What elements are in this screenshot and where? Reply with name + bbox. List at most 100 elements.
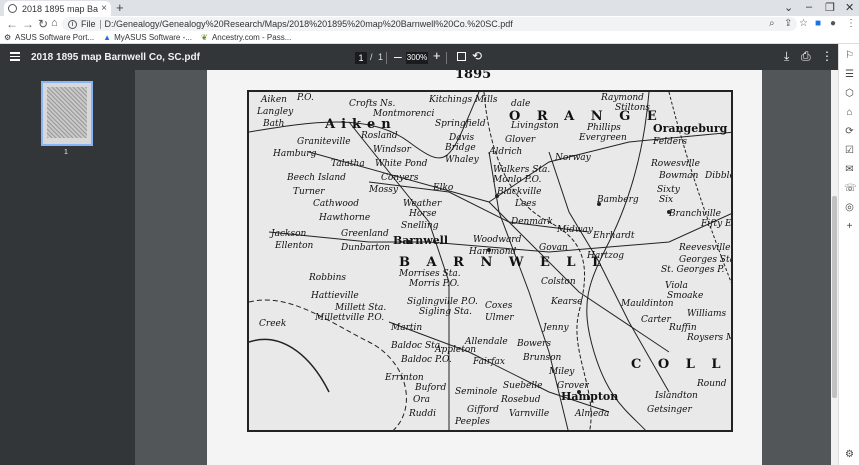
menu-icon[interactable] [10,50,20,63]
minimize-button[interactable]: – [806,1,812,13]
bookmark-item[interactable]: ⚙ ASUS Software Port... [4,33,94,42]
restore-button[interactable]: ❐ [825,1,835,14]
back-arrow-icon[interactable]: ← [6,17,18,31]
map-place-label: Hartzog [587,251,625,261]
instagram-icon[interactable]: ◎ [844,202,855,213]
fit-to-page-icon[interactable] [457,52,466,61]
map-place-label: Reevesville [679,243,731,253]
map-year: 1895 [455,70,492,82]
ancestry-leaf-icon: ❦ [200,32,208,42]
browser-tab[interactable]: 2018 1895 map Barnwell Co, SC... × [4,1,111,16]
site-info-icon[interactable]: i [68,19,77,29]
document-title: 2018 1895 map Barnwell Co, SC.pdf [31,52,200,63]
map-place-label: Beech Island [287,173,346,183]
map-place-label: Gifford [467,405,499,415]
share-icon[interactable]: ⇪ [784,18,792,29]
page-number-input[interactable]: 1 [355,52,367,64]
url-text[interactable]: D:/Genealogy/Genealogy%20Research/Maps/2… [105,19,513,29]
map-place-label: Bath [263,119,285,129]
home-icon[interactable]: ⌂ [51,17,58,29]
close-window-button[interactable]: ✕ [845,1,854,14]
profile-avatar-icon[interactable]: ● [830,18,836,29]
map-place-label: Hattieville [311,291,359,301]
map-place-label: Suebelle [503,381,543,391]
download-icon[interactable]: ⤓ [784,49,789,64]
pdf-toolbar: 2018 1895 map Barnwell Co, SC.pdf 1 / 1 … [0,44,838,70]
zoom-in-button[interactable]: + [433,48,441,63]
map-place-label: Talatha [331,159,365,169]
forward-arrow-icon[interactable]: → [22,17,34,31]
bookmark-icon[interactable]: ⚐ [844,50,855,61]
map-place-label: Langley [257,107,294,117]
scrollbar-thumb[interactable] [832,196,837,398]
bookmark-star-icon[interactable]: ☆ [799,18,808,29]
print-icon[interactable]: ⎙ [801,49,811,64]
map-place-label: Greenland [341,229,389,239]
county-name-barnwell: B A R N W E L L [399,255,608,270]
map-place-label: Jackson [271,229,307,239]
map-place-label: Windsor [373,145,411,155]
tab-close-icon[interactable]: × [101,3,107,14]
map-place-label: Buford [415,383,447,393]
address-bar-row: ← → ↻ ⌂ i File D:/Genealogy/Genealogy%20… [0,16,859,32]
map-place-label: Midway [557,225,594,235]
settings-gear-icon[interactable]: ⚙ [844,449,855,460]
vertical-scrollbar[interactable] [831,70,838,465]
map-place-label: Livingston [511,121,559,131]
bookmark-item[interactable]: ❦ Ancestry.com - Pass... [201,33,291,42]
tasks-icon[interactable]: ☑ [844,145,855,156]
map-place-label: Lees [515,199,537,209]
map-place-label: Walkers Sta. [493,165,551,175]
toolbar-divider [446,52,447,64]
new-tab-button[interactable]: + [116,0,124,15]
map-place-label: Monlo P.O. [493,175,542,185]
map-place-label: Felders [653,137,687,147]
map-place-label: Siglingville P.O. [407,297,478,307]
map-place-label: Elko [433,183,454,193]
reload-icon[interactable]: ↻ [38,17,48,31]
map-place-label: Baldoc P.O. [401,355,452,365]
map-place-label: Cathwood [313,199,359,209]
page-thumbnail[interactable] [41,81,93,146]
pdf-viewer[interactable]: 1895 B A R N W E L L O R A N G E C O L L… [135,70,831,465]
map-place-label: Mauldinton [621,299,674,309]
rotate-icon[interactable]: ⟲ [472,49,482,63]
map-place-label: Weather [403,199,442,209]
page-total: 1 [378,52,384,62]
map-place-label: dale [511,99,531,109]
map-place-label: Hammond [469,247,517,257]
bookmark-item[interactable]: ▲ MyASUS Software -... [103,33,192,42]
map-place-label: P.O. [297,93,314,103]
tab-search-icon[interactable]: ⌄ [784,1,793,14]
history-icon[interactable]: ⟳ [844,126,855,137]
map-place-label: Seminole [455,387,498,397]
reading-list-icon[interactable]: ☰ [844,69,855,80]
map-place-label: Ora [413,395,431,405]
add-panel-icon[interactable]: + [844,221,855,232]
browser-menu-icon[interactable]: ⋮ [846,18,856,29]
map-place-label: Hampton [561,390,619,403]
map-place-label: Ruddi [409,409,436,419]
cube-icon[interactable]: ⬡ [844,88,855,99]
map-place-label: Miley [549,367,575,377]
side-panel-bar: ⚐ ☰ ⬡ ⌂ ⟳ ☑ ✉ ☏ ◎ + ⚙ [838,44,859,465]
more-options-icon[interactable]: ⋮ [821,49,833,63]
map-place-label: Denmark [511,217,553,227]
whatsapp-icon[interactable]: ☏ [844,183,857,194]
map-place-label: Ellenton [275,241,314,251]
tag-icon[interactable]: ⌂ [844,107,855,118]
county-name-orangeburg: O R A N G E [509,109,663,124]
map-place-label: Evergreen [579,133,627,143]
address-bar[interactable]: i File D:/Genealogy/Genealogy%20Research… [62,17,797,31]
tab-title: 2018 1895 map Barnwell Co, SC... [22,3,99,14]
county-map: B A R N W E L L O R A N G E C O L L Aike… [247,90,733,432]
map-place-label: Morrises Sta. [399,269,461,279]
extension-icon[interactable]: ■ [815,18,821,29]
messenger-icon[interactable]: ✉ [844,164,855,175]
zoom-input[interactable]: 300% [406,52,428,64]
zoom-out-button[interactable]: – [394,48,402,64]
bookmark-label: MyASUS Software -... [114,33,192,42]
map-place-label: White Pond [375,159,428,169]
zoom-icon[interactable]: ⌕ [769,18,775,29]
map-place-label: Aiken [325,117,397,132]
